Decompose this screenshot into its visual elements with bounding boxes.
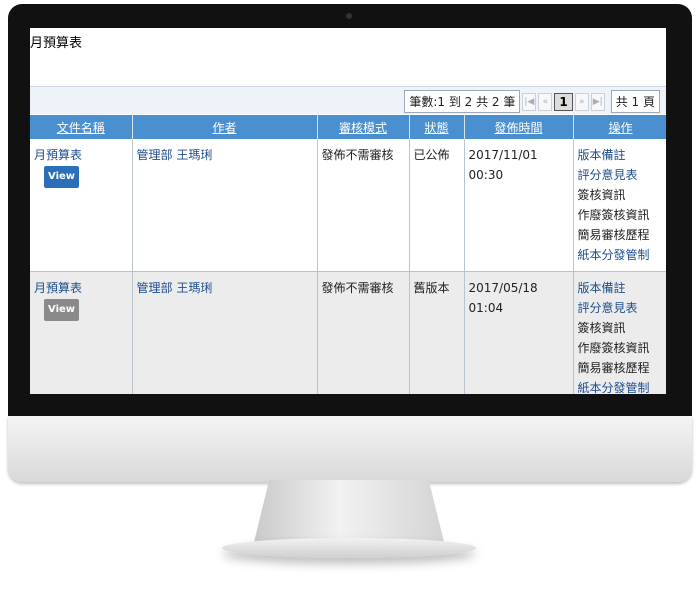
paper-distribution-link[interactable]: 紙本分發管制 xyxy=(578,378,664,394)
monitor-stand-base xyxy=(222,538,476,558)
doc-name-cell: 月預算表 View xyxy=(30,271,133,394)
document-table: 文件名稱 作者 審核模式 狀態 發佈時間 操作 月預算表 View 管理部 王瑪… xyxy=(30,115,666,394)
sign-info-text: 簽核資訊 xyxy=(577,321,626,335)
void-sign-info-text: 作廢簽核資訊 xyxy=(577,208,650,222)
doc-name-cell: 月預算表 View xyxy=(30,139,133,272)
mode-cell: 發佈不需審核 xyxy=(317,139,410,272)
mode-cell: 發佈不需審核 xyxy=(317,271,410,394)
actions-cell: 版本備註 評分意見表 簽核資訊 作廢簽核資訊 簡易審核歷程 紙本分發管制 xyxy=(573,271,666,394)
table-row: 月預算表 View 管理部 王瑪琍 發佈不需審核 已公佈 2017/11/01 … xyxy=(30,139,666,272)
status-cell: 已公佈 xyxy=(409,139,465,272)
publish-time: 00:30 xyxy=(468,168,504,182)
total-pages: 共 1 頁 xyxy=(610,90,660,113)
pager-bar: 筆數:1 到 2 共 2 筆 |◀ « 1 » ▶| 共 1 頁 xyxy=(30,87,666,114)
author-link[interactable]: 管理部 王瑪琍 xyxy=(137,148,213,162)
publish-date: 2017/05/18 xyxy=(468,281,538,295)
doc-name-link[interactable]: 月預算表 xyxy=(34,148,82,162)
next-page-icon[interactable]: » xyxy=(574,92,589,111)
screen: 月預算表 筆數:1 到 2 共 2 筆 |◀ « 1 » ▶| 共 1 頁 文件… xyxy=(30,28,666,394)
date-cell: 2017/11/01 00:30 xyxy=(464,139,574,272)
status-cell: 舊版本 xyxy=(409,271,465,394)
sign-info-text: 簽核資訊 xyxy=(577,188,626,202)
void-sign-info-text: 作廢簽核資訊 xyxy=(577,341,650,355)
column-header-mode[interactable]: 審核模式 xyxy=(317,115,410,139)
current-page-button[interactable]: 1 xyxy=(554,92,573,111)
publish-time: 01:04 xyxy=(468,301,504,315)
page-title: 月預算表 xyxy=(30,36,83,51)
author-cell: 管理部 王瑪琍 xyxy=(132,139,318,272)
author-link[interactable]: 管理部 王瑪琍 xyxy=(137,281,213,295)
column-header-actions: 操作 xyxy=(573,115,666,139)
author-cell: 管理部 王瑪琍 xyxy=(132,271,318,394)
paper-distribution-link[interactable]: 紙本分發管制 xyxy=(578,245,664,265)
doc-name-link[interactable]: 月預算表 xyxy=(34,281,82,295)
review-history-text: 簡易審核歷程 xyxy=(577,228,650,242)
prev-page-icon[interactable]: « xyxy=(538,92,553,111)
column-header-status[interactable]: 狀態 xyxy=(409,115,465,139)
monitor-stand-neck xyxy=(254,480,444,542)
column-header-date[interactable]: 發佈時間 xyxy=(464,115,574,139)
date-cell: 2017/05/18 01:04 xyxy=(464,271,574,394)
monitor-chin xyxy=(8,416,692,482)
version-note-link[interactable]: 版本備註 xyxy=(578,145,664,165)
actions-cell: 版本備註 評分意見表 簽核資訊 作廢簽核資訊 簡易審核歷程 紙本分發管制 xyxy=(573,139,666,272)
review-history-text: 簡易審核歷程 xyxy=(577,361,650,375)
version-note-link[interactable]: 版本備註 xyxy=(578,278,664,298)
view-button[interactable]: View xyxy=(44,299,80,321)
first-page-icon[interactable]: |◀ xyxy=(522,92,537,111)
pager: 筆數:1 到 2 共 2 筆 |◀ « 1 » ▶| 共 1 頁 xyxy=(404,90,660,113)
column-header-author[interactable]: 作者 xyxy=(132,115,318,139)
table-header-row: 文件名稱 作者 審核模式 狀態 發佈時間 操作 xyxy=(30,115,666,139)
last-page-icon[interactable]: ▶| xyxy=(590,92,605,111)
view-button[interactable]: View xyxy=(44,166,80,188)
publish-date: 2017/11/01 xyxy=(468,148,538,162)
column-header-name[interactable]: 文件名稱 xyxy=(30,115,133,139)
camera-icon xyxy=(346,13,352,19)
table-row: 月預算表 View 管理部 王瑪琍 發佈不需審核 舊版本 2017/05/18 … xyxy=(30,271,666,394)
rating-form-link[interactable]: 評分意見表 xyxy=(578,165,664,185)
record-count: 筆數:1 到 2 共 2 筆 xyxy=(404,90,521,113)
rating-form-link[interactable]: 評分意見表 xyxy=(578,298,664,318)
